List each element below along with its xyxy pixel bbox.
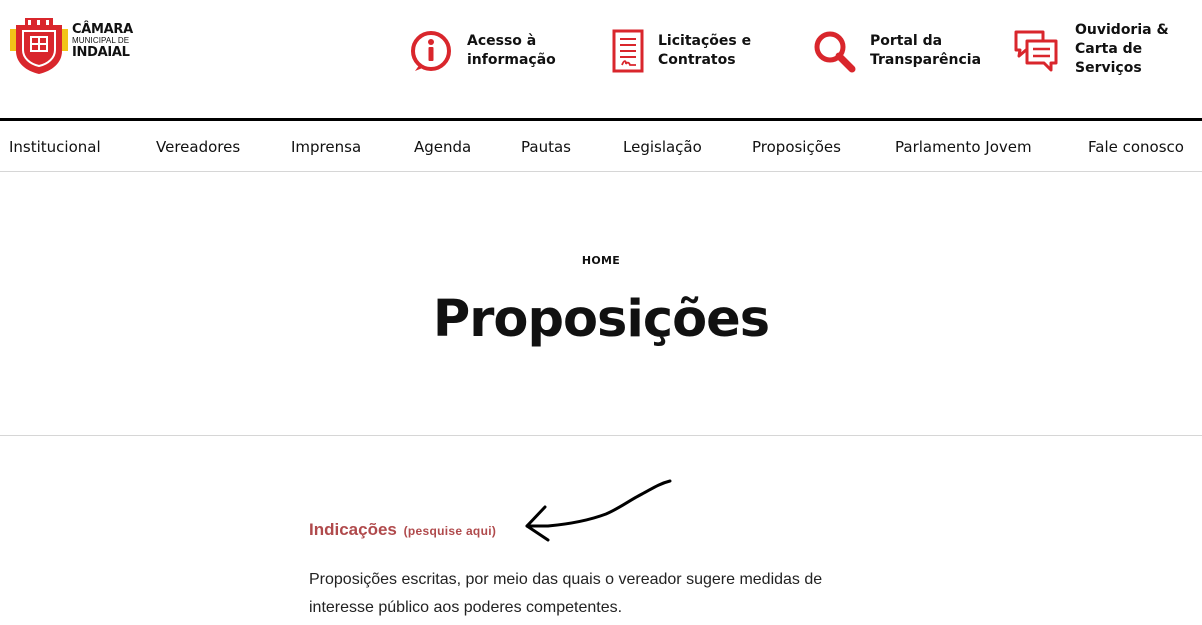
nav-item-pautas[interactable]: Pautas [521,138,571,156]
nav-item-parlamento-jovem[interactable]: Parlamento Jovem [895,138,1032,156]
breadcrumb-home-link[interactable]: HOME [582,254,620,267]
section-divider [0,435,1202,436]
quick-link-label-2: Transparência [870,52,982,68]
breadcrumb: HOME [0,254,1202,267]
nav-item-legislacao[interactable]: Legislação [623,138,702,156]
coat-of-arms-icon [10,18,68,74]
quick-link-label-1: Portal da [870,33,943,49]
quick-link-portal-transparencia[interactable]: Portal da Transparência [812,29,981,73]
quick-link-label-2: Carta de [1075,41,1143,57]
indicacoes-heading-text[interactable]: Indicações [309,520,397,539]
nav-item-fale-conosco[interactable]: Fale conosco [1088,138,1184,156]
info-icon [411,31,451,71]
quick-link-label-2: informação [467,52,556,68]
indicacoes-description: Proposições escritas, por meio das quais… [309,571,823,616]
nav-item-proposicoes[interactable]: Proposições [752,138,841,156]
page-title: Proposições [432,290,770,349]
brand-line-2: MUNICIPAL DE [72,36,130,45]
chat-icon [1014,30,1058,71]
search-icon [814,31,856,73]
indicacoes-search-link[interactable]: (pesquise aqui) [404,524,497,538]
nav-item-vereadores[interactable]: Vereadores [156,138,240,156]
quick-link-label-2: Contratos [658,52,736,68]
brand-logo[interactable]: CÂMARA MUNICIPAL DE INDAIAL [10,17,133,75]
nav-item-agenda[interactable]: Agenda [414,138,471,156]
quick-link-label-1: Licitações e [658,33,752,49]
quick-link-ouvidoria[interactable]: Ouvidoria & Carta de Serviços [1013,21,1169,78]
quick-link-licitacoes-contratos[interactable]: Licitações e Contratos [612,29,751,73]
nav-item-institucional[interactable]: Institucional [9,138,101,156]
brand-line-1: CÂMARA [72,22,133,37]
quick-link-label-1: Ouvidoria & [1075,22,1169,38]
hand-drawn-arrow-icon [525,479,672,542]
indicacoes-heading[interactable]: Indicações (pesquise aqui) [309,520,496,540]
quick-link-label-1: Acesso à [467,33,537,49]
brand-line-3: INDAIAL [72,45,130,60]
quick-link-acesso-informacao[interactable]: Acesso à informação [409,29,556,73]
main-nav: Institucional Vereadores Imprensa Agenda… [0,118,1202,172]
quick-link-label-3: Serviços [1075,60,1142,76]
document-icon [612,29,644,73]
nav-item-imprensa[interactable]: Imprensa [291,138,361,156]
